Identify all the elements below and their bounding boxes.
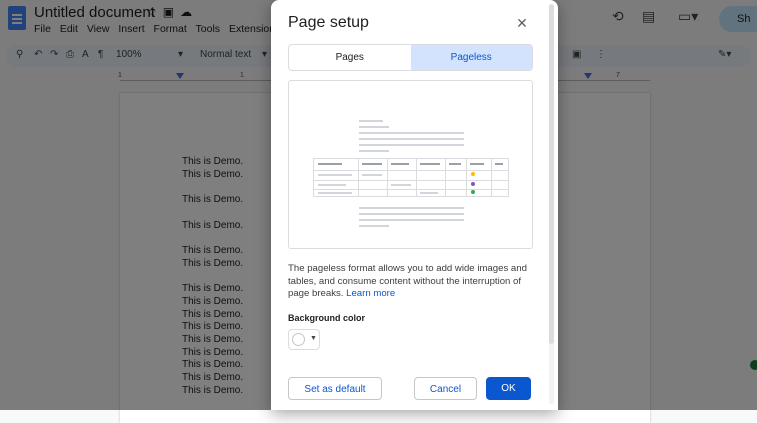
cancel-button[interactable]: Cancel (414, 377, 477, 400)
preview-table-col (491, 159, 492, 196)
preview-header-cell (318, 163, 342, 165)
preview-line (359, 150, 389, 152)
close-icon[interactable]: ✕ (514, 15, 530, 31)
preview-table-col (387, 159, 388, 196)
dialog-title: Page setup (288, 14, 369, 31)
preview-table-col (445, 159, 446, 196)
preview-table-row (314, 189, 508, 190)
preview-header-cell (449, 163, 461, 165)
preview-header-cell (362, 163, 382, 165)
preview-table-row (314, 170, 508, 171)
preview-cell (318, 192, 352, 194)
preview-purple-dot (471, 182, 475, 186)
preview-header-cell (391, 163, 409, 165)
set-as-default-button[interactable]: Set as default (288, 377, 382, 400)
preview-table-col (358, 159, 359, 196)
preview-line (359, 207, 464, 209)
dialog-scrollbar[interactable] (549, 4, 554, 404)
preview-cell (391, 184, 411, 186)
preview-line (359, 132, 464, 134)
color-swatch[interactable] (292, 333, 305, 346)
format-tabs: Pages Pageless (288, 44, 533, 71)
preview-line (359, 120, 383, 122)
preview-line (359, 213, 464, 215)
preview-cell (318, 184, 346, 186)
preview-line (359, 144, 464, 146)
preview-yellow-dot (471, 172, 475, 176)
scrollbar-thumb[interactable] (549, 4, 554, 344)
tab-pageless[interactable]: Pageless (410, 45, 532, 70)
learn-more-link[interactable]: Learn more (346, 288, 395, 299)
background-color-label: Background color (288, 313, 366, 323)
tab-pages[interactable]: Pages (289, 45, 411, 70)
background-color-picker[interactable]: ▼ (288, 329, 320, 350)
preview-header-cell (470, 163, 484, 165)
preview-line (359, 126, 389, 128)
pageless-preview-illustration (288, 80, 533, 249)
ok-button[interactable]: OK (486, 377, 531, 400)
chevron-down-icon[interactable]: ▼ (310, 335, 317, 342)
preview-table-col (416, 159, 417, 196)
preview-line (359, 138, 464, 140)
preview-header-cell (495, 163, 503, 165)
preview-line (359, 225, 389, 227)
pageless-description: The pageless format allows you to add wi… (288, 263, 533, 301)
preview-header-cell (420, 163, 440, 165)
preview-table-col (466, 159, 467, 196)
description-text: The pageless format allows you to add wi… (288, 263, 527, 300)
preview-table-row (314, 180, 508, 181)
preview-cell (318, 174, 352, 176)
preview-cell (362, 174, 382, 176)
preview-line (359, 219, 464, 221)
preview-cell (420, 192, 438, 194)
preview-table (313, 158, 509, 197)
preview-green-dot (471, 190, 475, 194)
page-setup-dialog: Page setup ✕ Pages Pageless The pageless… (271, 0, 558, 410)
